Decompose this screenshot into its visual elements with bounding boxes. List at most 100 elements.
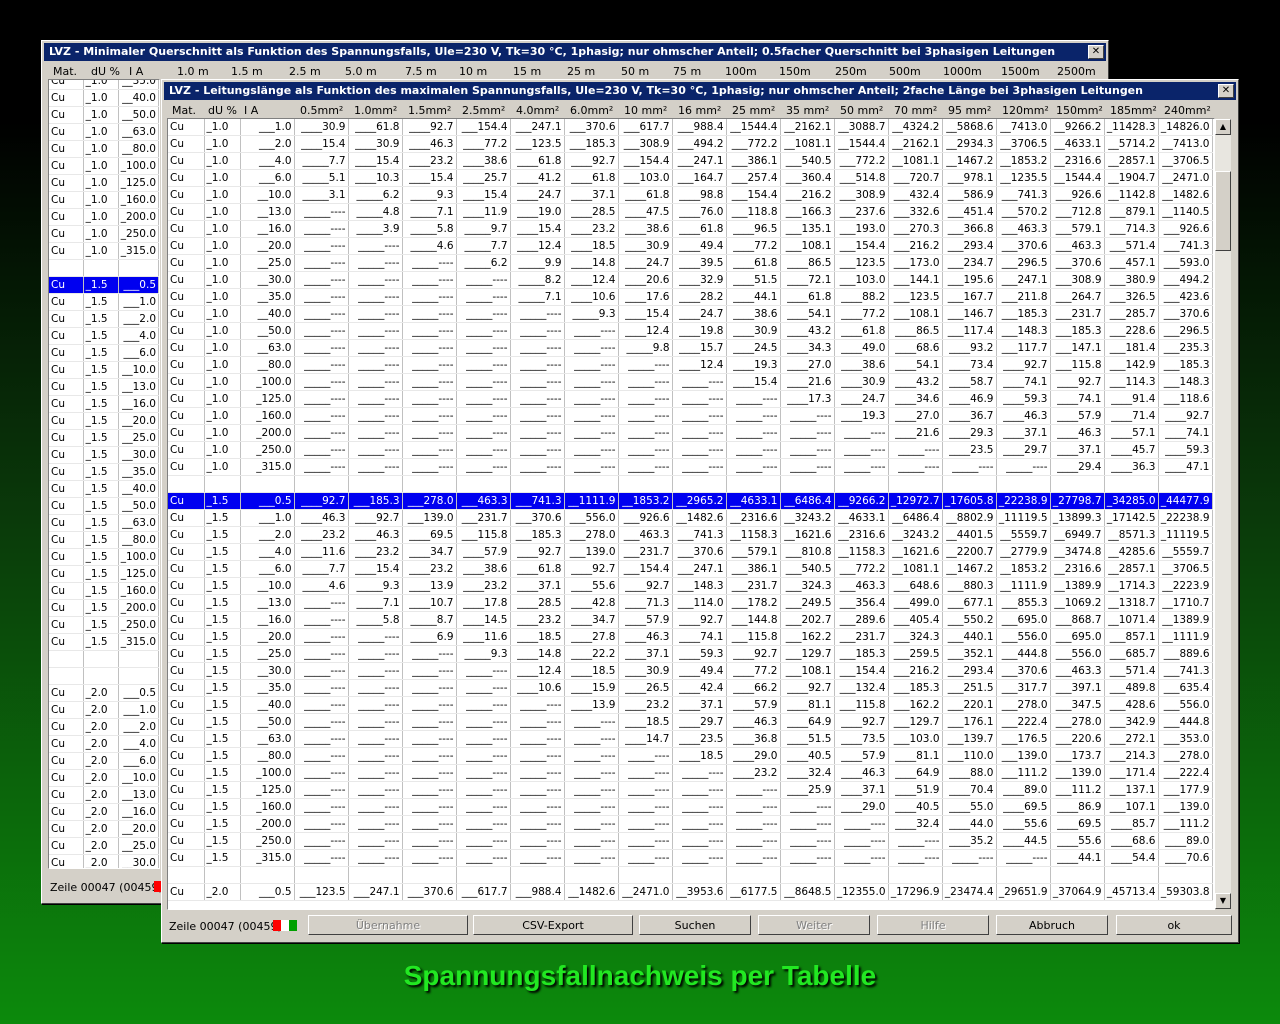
- back-table-row[interactable]: Cu _2.0 __20.0: [49, 820, 159, 838]
- front-header-9[interactable]: 10 mm²: [624, 104, 667, 117]
- back-window-title-bar[interactable]: LVZ - Minimaler Querschnitt als Funktion…: [44, 43, 1106, 61]
- front-table-row[interactable]: Cu _1.0 ___6.0 _____5.1 ____10.3 ____15.4 ____…: [168, 169, 1213, 187]
- back-header-17[interactable]: 1000m: [943, 65, 982, 78]
- front-table-row[interactable]: Cu _1.0 __10.0 _____3.1 _____6.2 _____9.3 ____…: [168, 186, 1213, 204]
- back-table-row[interactable]: Cu _1.5 __16.0: [49, 395, 159, 413]
- back-table-row[interactable]: Cu _1.5 __40.0: [49, 480, 159, 498]
- front-table-row[interactable]: Cu _1.5 __10.0 _____4.6 _____9.3 ____13.9 ____…: [168, 577, 1213, 595]
- button-ok[interactable]: ok: [1116, 915, 1232, 935]
- back-table-row[interactable]: Cu _1.5 __80.0: [49, 531, 159, 549]
- front-table-row[interactable]: Cu _1.0 __35.0 _____---- _____---- _____---- _…: [168, 288, 1213, 306]
- back-window-close-button[interactable]: ✕: [1088, 45, 1104, 59]
- back-table-row[interactable]: Cu _2.0 ___1.0: [49, 701, 159, 719]
- back-table-row[interactable]: Cu _1.5 _100.0: [49, 548, 159, 566]
- back-header-12[interactable]: 75 m: [673, 65, 701, 78]
- back-table-row[interactable]: Cu _1.5 _160.0: [49, 582, 159, 600]
- front-header-12[interactable]: 35 mm²: [786, 104, 829, 117]
- back-table-row[interactable]: Cu _1.5 _250.0: [49, 616, 159, 634]
- back-table-row[interactable]: Cu _1.5 __10.0: [49, 361, 159, 379]
- back-header-16[interactable]: 500m: [889, 65, 921, 78]
- front-table-row[interactable]: Cu _1.0 ___2.0 ____15.4 ____30.9 ____46.3 ____…: [168, 135, 1213, 153]
- front-header-16[interactable]: 120mm²: [1002, 104, 1049, 117]
- front-table-row[interactable]: Cu _1.5 __50.0 _____---- _____---- _____---- _…: [168, 713, 1213, 731]
- back-header-18[interactable]: 1500m: [1001, 65, 1040, 78]
- front-table-row[interactable]: Cu _1.5 ___4.0 ____11.6 ____23.2 ____34.7 ____…: [168, 543, 1213, 561]
- front-table-row[interactable]: Cu _1.5 _100.0 _____---- _____---- _____---- _…: [168, 764, 1213, 782]
- front-table-row[interactable]: Cu _1.0 __40.0 _____---- _____---- _____---- _…: [168, 305, 1213, 323]
- front-table-row[interactable]: Cu _1.5 ___2.0 ____23.2 ____46.3 ____69.5 ___1…: [168, 526, 1213, 544]
- back-table-row[interactable]: Cu _1.0 _315.0: [49, 242, 159, 260]
- front-header-1[interactable]: dU %: [208, 104, 237, 117]
- front-table-row[interactable]: Cu _1.0 __16.0 _____---- _____3.9 _____5.8 ___…: [168, 220, 1213, 238]
- back-header-0[interactable]: Mat.: [53, 65, 77, 78]
- back-table-row[interactable]: Cu _1.5 __35.0: [49, 463, 159, 481]
- front-table-row[interactable]: Cu _1.5 __63.0 _____---- _____---- _____---- _…: [168, 730, 1213, 748]
- button-weiter[interactable]: Weiter: [758, 915, 870, 935]
- back-header-14[interactable]: 150m: [779, 65, 811, 78]
- front-header-17[interactable]: 150mm²: [1056, 104, 1103, 117]
- back-header-5[interactable]: 2.5 m: [289, 65, 321, 78]
- front-table[interactable]: Cu _1.0 ___1.0 ____30.9 ____61.8 ____92.7 ___1…: [167, 118, 1215, 910]
- front-header-18[interactable]: 185mm²: [1110, 104, 1157, 117]
- back-table-row[interactable]: Cu _2.0 __25.0: [49, 837, 159, 855]
- front-header-0[interactable]: Mat.: [172, 104, 196, 117]
- back-table-row[interactable]: Cu _1.0 __63.0: [49, 123, 159, 141]
- back-header-13[interactable]: 100m: [725, 65, 757, 78]
- back-table-row[interactable]: Cu _2.0 __13.0: [49, 786, 159, 804]
- back-table-row[interactable]: Cu _1.0 _200.0: [49, 208, 159, 226]
- button-hilfe[interactable]: Hilfe: [877, 915, 989, 935]
- back-table-row[interactable]: Cu _1.5 ___1.0: [49, 293, 159, 311]
- back-header-10[interactable]: 25 m: [567, 65, 595, 78]
- front-table-row[interactable]: Cu _1.0 _200.0 _____---- _____---- _____---- _…: [168, 424, 1213, 442]
- scroll-thumb[interactable]: [1215, 171, 1231, 251]
- back-header-3[interactable]: 1.0 m: [177, 65, 209, 78]
- back-table-row[interactable]: Cu _1.5 ___2.0: [49, 310, 159, 328]
- back-table-row[interactable]: Cu _1.0 _160.0: [49, 191, 159, 209]
- button--bernahme[interactable]: Übernahme: [308, 915, 468, 935]
- front-table-row[interactable]: Cu _1.5 __20.0 _____---- _____---- _____6.9 __…: [168, 628, 1213, 646]
- front-table-row[interactable]: Cu _1.0 _315.0 _____---- _____---- _____---- _…: [168, 458, 1213, 476]
- back-header-2[interactable]: I A: [129, 65, 143, 78]
- scroll-up-arrow-icon[interactable]: ▲: [1215, 119, 1231, 135]
- back-table-row[interactable]: Cu _1.5 _200.0: [49, 599, 159, 617]
- front-header-10[interactable]: 16 mm²: [678, 104, 721, 117]
- back-table[interactable]: Cu _1.0 __35.0 Cu _1.0 __40.0 Cu _1.0 __50.0 Cu _1…: [48, 79, 160, 869]
- back-table-row[interactable]: Cu _1.5 ___0.5: [49, 276, 159, 294]
- back-table-row[interactable]: Cu _2.0 ___4.0: [49, 735, 159, 753]
- back-table-row[interactable]: [49, 650, 159, 668]
- back-table-row[interactable]: Cu _1.0 __80.0: [49, 140, 159, 158]
- back-table-row[interactable]: Cu _2.0 __16.0: [49, 803, 159, 821]
- back-table-row[interactable]: Cu _1.0 __50.0: [49, 106, 159, 124]
- back-header-7[interactable]: 7.5 m: [405, 65, 437, 78]
- front-table-row[interactable]: Cu _1.0 _250.0 _____---- _____---- _____---- _…: [168, 441, 1213, 459]
- back-table-row[interactable]: Cu _1.5 __25.0: [49, 429, 159, 447]
- back-table-row[interactable]: [49, 259, 159, 277]
- front-header-11[interactable]: 25 mm²: [732, 104, 775, 117]
- front-table-row[interactable]: Cu _1.5 _200.0 _____---- _____---- _____---- _…: [168, 815, 1213, 833]
- back-table-row[interactable]: Cu _1.5 __63.0: [49, 514, 159, 532]
- front-vertical-scrollbar[interactable]: ▲ ▼: [1215, 119, 1231, 909]
- front-header-15[interactable]: 95 mm²: [948, 104, 991, 117]
- front-table-row[interactable]: [168, 475, 1213, 493]
- front-table-row[interactable]: Cu _1.5 _250.0 _____---- _____---- _____---- _…: [168, 832, 1213, 850]
- front-header-7[interactable]: 4.0mm²: [516, 104, 559, 117]
- back-table-row[interactable]: Cu _2.0 ___0.5: [49, 684, 159, 702]
- back-table-row[interactable]: Cu _2.0 ___6.0: [49, 752, 159, 770]
- front-table-row[interactable]: Cu _1.5 ___6.0 _____7.7 ____15.4 ____23.2 ____…: [168, 560, 1213, 578]
- front-header-5[interactable]: 1.5mm²: [408, 104, 451, 117]
- front-table-row[interactable]: Cu _1.5 __40.0 _____---- _____---- _____---- _…: [168, 696, 1213, 714]
- back-header-19[interactable]: 2500m: [1057, 65, 1096, 78]
- button-suchen[interactable]: Suchen: [639, 915, 751, 935]
- front-table-row[interactable]: Cu _1.5 _125.0 _____---- _____---- _____---- _…: [168, 781, 1213, 799]
- back-table-row[interactable]: Cu _1.5 __13.0: [49, 378, 159, 396]
- front-window-close-button[interactable]: ✕: [1218, 84, 1234, 98]
- back-table-row[interactable]: Cu _1.5 __30.0: [49, 446, 159, 464]
- back-header-1[interactable]: dU %: [91, 65, 120, 78]
- back-table-row[interactable]: Cu _1.0 _125.0: [49, 174, 159, 192]
- button-csv-export[interactable]: CSV-Export: [473, 915, 633, 935]
- back-table-row[interactable]: Cu _1.0 __35.0: [49, 80, 159, 90]
- back-header-9[interactable]: 15 m: [513, 65, 541, 78]
- front-table-row[interactable]: Cu _1.0 __20.0 _____---- _____---- _____4.6 __…: [168, 237, 1213, 255]
- front-header-8[interactable]: 6.0mm²: [570, 104, 613, 117]
- front-table-row[interactable]: Cu _1.5 ___0.5 ____92.7 ___185.3 ___278.0 ___4…: [168, 492, 1213, 510]
